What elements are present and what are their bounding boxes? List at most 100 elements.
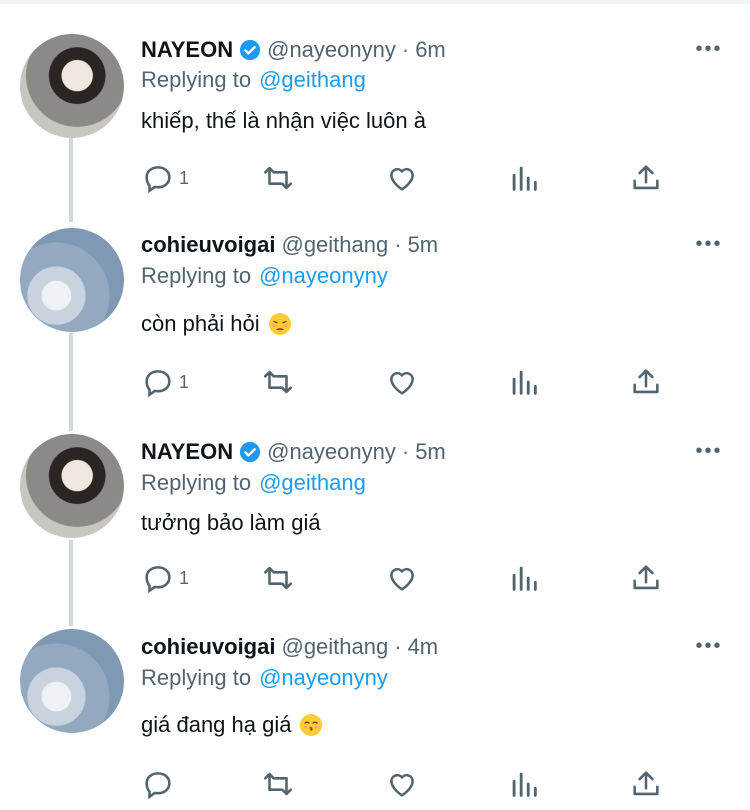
mention-link[interactable]: @nayeonyny xyxy=(259,665,388,691)
heart-icon xyxy=(390,567,414,591)
share-button[interactable] xyxy=(629,362,663,402)
thread-connector xyxy=(69,333,73,431)
mention-link[interactable]: @nayeonyny xyxy=(259,263,388,289)
tweet-text: tưởng bảo làm giá xyxy=(141,506,321,540)
separator: · xyxy=(401,37,410,62)
retweet-icon xyxy=(263,166,293,190)
views-button[interactable] xyxy=(507,764,541,804)
mention-link[interactable]: @geithang xyxy=(259,67,366,93)
tweet-text: giá đang hạ giá xyxy=(141,708,323,742)
replying-label: Replying to xyxy=(141,263,252,288)
timestamp[interactable]: 5m xyxy=(408,232,439,258)
tweet-text-content: giá đang hạ giá xyxy=(141,712,292,737)
retweet-button[interactable] xyxy=(261,158,295,198)
reply-button[interactable]: 1 xyxy=(141,362,189,402)
replying-label: Replying to xyxy=(141,665,252,690)
retweet-button[interactable] xyxy=(261,764,295,804)
retweet-icon xyxy=(263,772,293,796)
timestamp[interactable]: 6m xyxy=(415,37,446,63)
retweet-button[interactable] xyxy=(261,362,295,402)
avatar[interactable] xyxy=(20,629,124,733)
action-bar xyxy=(141,764,701,804)
like-button[interactable] xyxy=(385,764,419,804)
share-icon xyxy=(633,771,659,796)
avatar[interactable] xyxy=(20,34,124,138)
kissing-face-emoji-icon xyxy=(300,714,323,736)
heart-icon xyxy=(390,773,414,797)
retweet-button[interactable] xyxy=(261,558,295,598)
replying-to: Replying to @geithang xyxy=(141,467,366,499)
display-name[interactable]: cohieuvoigai xyxy=(141,634,275,660)
reply-count: 1 xyxy=(179,371,190,392)
more-icon[interactable]: ••• xyxy=(694,34,724,64)
more-icon[interactable]: ••• xyxy=(694,229,724,259)
avatar[interactable] xyxy=(20,228,124,332)
replying-label: Replying to xyxy=(141,67,252,92)
replying-label: Replying to xyxy=(141,470,252,495)
like-button[interactable] xyxy=(385,362,419,402)
separator: · xyxy=(394,634,402,659)
reply-count: 1 xyxy=(179,567,190,588)
action-bar: 1 xyxy=(141,558,701,598)
top-divider xyxy=(0,0,750,4)
reply-button[interactable] xyxy=(141,764,179,804)
reply-count: 1 xyxy=(179,167,190,188)
thread-connector xyxy=(69,138,73,222)
user-handle[interactable]: @geithang xyxy=(281,232,388,258)
timestamp[interactable]: 4m xyxy=(408,634,439,660)
analytics-icon xyxy=(512,772,537,797)
user-handle[interactable]: @geithang xyxy=(281,634,388,660)
more-icon[interactable]: ••• xyxy=(694,436,724,466)
retweet-icon xyxy=(263,566,293,590)
like-button[interactable] xyxy=(385,558,419,598)
mention-link[interactable]: @geithang xyxy=(259,470,366,496)
verified-badge-icon xyxy=(240,39,261,61)
reply-icon xyxy=(145,566,171,594)
display-name[interactable]: NAYEON xyxy=(141,439,233,465)
more-icon[interactable]: ••• xyxy=(694,631,724,661)
action-bar: 1 xyxy=(141,362,701,402)
analytics-icon xyxy=(512,370,537,395)
views-button[interactable] xyxy=(507,158,541,198)
share-button[interactable] xyxy=(629,764,663,804)
separator: · xyxy=(394,232,402,257)
reply-button[interactable]: 1 xyxy=(141,558,189,598)
tweet-header: cohieuvoigai @geithang · 4m xyxy=(141,629,438,665)
replying-to: Replying to @geithang xyxy=(141,64,366,96)
tweet-header: NAYEON @nayeonyny · 5m xyxy=(141,434,446,470)
tweet-text: khiếp, thế là nhận việc luôn à xyxy=(141,104,426,138)
tweet-text: còn phải hỏi xyxy=(141,307,292,341)
avatar[interactable] xyxy=(20,434,124,538)
action-bar: 1 xyxy=(141,158,701,198)
analytics-icon xyxy=(512,566,537,591)
thread-connector xyxy=(69,540,73,626)
user-handle[interactable]: @nayeonyny xyxy=(267,37,396,63)
reply-icon xyxy=(145,370,171,398)
share-icon xyxy=(633,369,659,394)
like-button[interactable] xyxy=(385,158,419,198)
replying-to: Replying to @nayeonyny xyxy=(141,260,388,292)
timestamp[interactable]: 5m xyxy=(415,439,446,465)
views-button[interactable] xyxy=(507,558,541,598)
replying-to: Replying to @nayeonyny xyxy=(141,662,388,694)
reply-button[interactable]: 1 xyxy=(141,158,189,198)
reply-icon xyxy=(145,772,171,800)
display-name[interactable]: cohieuvoigai xyxy=(141,232,275,258)
separator: · xyxy=(401,439,410,464)
tweet-text-content: còn phải hỏi xyxy=(141,311,260,336)
heart-icon xyxy=(390,371,414,395)
tweet-header: cohieuvoigai @geithang · 5m xyxy=(141,227,438,263)
tweet-text-content: tưởng bảo làm giá xyxy=(141,510,321,535)
reply-icon xyxy=(145,166,171,194)
display-name[interactable]: NAYEON xyxy=(141,37,233,63)
share-button[interactable] xyxy=(629,158,663,198)
tweet-text-content: khiếp, thế là nhận việc luôn à xyxy=(141,108,426,133)
share-button[interactable] xyxy=(629,558,663,598)
retweet-icon xyxy=(263,370,293,394)
share-icon xyxy=(633,565,659,590)
verified-badge-icon xyxy=(240,441,261,463)
views-button[interactable] xyxy=(507,362,541,402)
tweet-header: NAYEON @nayeonyny · 6m xyxy=(141,32,446,68)
user-handle[interactable]: @nayeonyny xyxy=(267,439,396,465)
analytics-icon xyxy=(512,166,537,191)
